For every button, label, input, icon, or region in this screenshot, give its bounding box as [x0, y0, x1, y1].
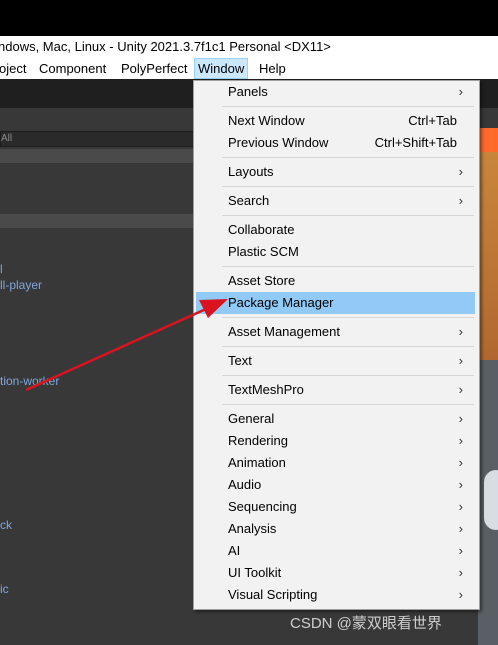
arrow-head	[199, 299, 228, 318]
arrow-shaft	[25, 307, 207, 392]
watermark: CSDN @蒙双眼看世界	[290, 615, 442, 632]
red-arrow-icon	[25, 299, 228, 392]
